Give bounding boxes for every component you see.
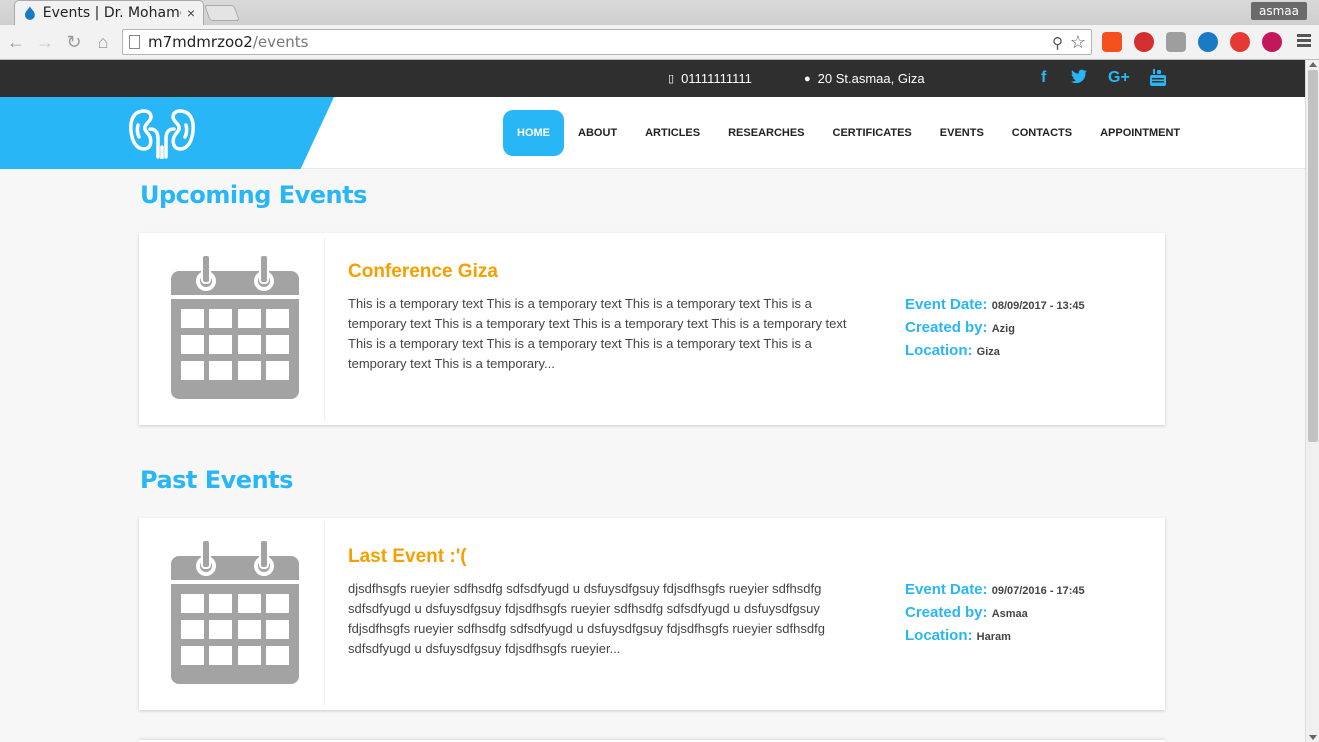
- phone-number: 01111111111: [681, 71, 752, 86]
- browser-toolbar: ← → ↻ ⌂ m7mdmrzoo2/events ⚲ ☆: [0, 25, 1319, 60]
- kidneys-logo-icon[interactable]: [128, 107, 196, 159]
- tab-title: Events | Dr. Mohame: [42, 5, 181, 21]
- adblock-extension-icon[interactable]: [1134, 32, 1154, 52]
- site-header: HOME ABOUT ARTICLES RESEARCHES CERTIFICA…: [0, 97, 1305, 169]
- contact-topbar: ▯ 01111111111 ● 20 St.asmaa, Giza f G+: [0, 60, 1305, 97]
- drupal-extension-icon[interactable]: [1198, 32, 1218, 52]
- scrollbar-thumb[interactable]: [1308, 70, 1318, 442]
- event-description: This is a temporary text This is a tempo…: [348, 296, 847, 371]
- event-image: [139, 237, 325, 421]
- address-text: 20 St.asmaa, Giza: [817, 71, 925, 86]
- url-host: m7mdmrzoo2: [148, 33, 253, 51]
- twitter-icon[interactable]: [1071, 69, 1087, 88]
- created-by-label: Created by:: [905, 604, 988, 621]
- address-info: ● 20 St.asmaa, Giza: [804, 71, 925, 86]
- new-tab-button[interactable]: [204, 5, 240, 21]
- scroll-up-arrow-icon[interactable]: [1309, 62, 1317, 67]
- chrome-menu-icon[interactable]: [1297, 34, 1311, 48]
- map-marker-icon: ●: [804, 72, 811, 85]
- back-arrow-icon[interactable]: ←: [6, 32, 26, 52]
- opera-extension-icon[interactable]: [1230, 32, 1250, 52]
- colorpicker-extension-icon[interactable]: [1262, 32, 1282, 52]
- phone-info: ▯ 01111111111: [668, 71, 752, 86]
- zoom-icon[interactable]: ⚲: [1052, 34, 1063, 52]
- location-label: Location:: [905, 342, 973, 359]
- page-icon: [129, 35, 140, 49]
- created-by: Azig: [991, 323, 1015, 335]
- event-card[interactable]: Last Event :'( djsdfhsgfs rueyier sdfhsd…: [139, 518, 1165, 710]
- nav-home[interactable]: HOME: [503, 110, 564, 156]
- location: Giza: [976, 346, 1000, 358]
- drupal-favicon-icon: [24, 6, 35, 20]
- forward-arrow-icon[interactable]: →: [35, 32, 55, 52]
- event-card[interactable]: Conference Giza This is a temporary text…: [139, 233, 1165, 425]
- event-date-label: Event Date:: [905, 581, 988, 598]
- event-date: 08/09/2017 - 13:45: [991, 300, 1085, 312]
- event-title[interactable]: Last Event :'(: [348, 546, 467, 568]
- tab-close-icon[interactable]: ×: [187, 5, 195, 21]
- calendar-icon: [171, 255, 299, 399]
- mobile-phone-icon: ▯: [668, 73, 675, 85]
- web-page: ▯ 01111111111 ● 20 St.asmaa, Giza f G+ H…: [0, 60, 1305, 742]
- event-date: 09/07/2016 - 17:45: [991, 585, 1085, 597]
- event-meta: Event Date: 09/07/2016 - 17:45 Created b…: [905, 579, 1085, 648]
- facebook-icon[interactable]: f: [1041, 69, 1046, 87]
- nav-events[interactable]: EVENTS: [926, 110, 998, 156]
- upcoming-events-heading: Upcoming Events: [140, 181, 367, 209]
- location-label: Location:: [905, 627, 973, 644]
- nav-about[interactable]: ABOUT: [564, 110, 631, 156]
- created-by-label: Created by:: [905, 319, 988, 336]
- page-scrollbar[interactable]: [1305, 60, 1319, 742]
- event-description: djsdfhsgfs rueyier sdfhsdfg sdfsdfyugd u…: [348, 581, 825, 656]
- nav-researches[interactable]: RESEARCHES: [714, 110, 818, 156]
- browser-tab[interactable]: Events | Dr. Mohame ×: [14, 0, 204, 25]
- extension-icon[interactable]: [1166, 32, 1186, 52]
- address-bar[interactable]: m7mdmrzoo2/events ⚲ ☆: [122, 29, 1092, 55]
- home-icon[interactable]: ⌂: [93, 32, 113, 52]
- soundcloud-extension-icon[interactable]: [1102, 32, 1122, 52]
- calendar-icon: [171, 540, 299, 684]
- browser-tab-strip: Events | Dr. Mohame × asmaa: [0, 0, 1319, 25]
- past-events-heading: Past Events: [140, 466, 293, 494]
- event-title[interactable]: Conference Giza: [348, 261, 498, 283]
- nav-contacts[interactable]: CONTACTS: [998, 110, 1086, 156]
- event-image: [139, 522, 325, 706]
- youtube-icon[interactable]: [1150, 69, 1166, 91]
- nav-appointment[interactable]: APPOINTMENT: [1086, 110, 1194, 156]
- bookmark-star-icon[interactable]: ☆: [1070, 32, 1086, 53]
- scroll-down-arrow-icon[interactable]: [1309, 735, 1317, 740]
- created-by: Asmaa: [991, 608, 1028, 620]
- event-meta: Event Date: 08/09/2017 - 13:45 Created b…: [905, 294, 1085, 363]
- nav-articles[interactable]: ARTICLES: [631, 110, 714, 156]
- reload-icon[interactable]: ↻: [64, 32, 84, 52]
- event-date-label: Event Date:: [905, 296, 988, 313]
- location: Haram: [976, 631, 1011, 643]
- nav-certificates[interactable]: CERTIFICATES: [819, 110, 926, 156]
- profile-badge[interactable]: asmaa: [1250, 2, 1307, 20]
- url-path: /events: [252, 33, 309, 51]
- main-nav: HOME ABOUT ARTICLES RESEARCHES CERTIFICA…: [503, 110, 1194, 156]
- google-plus-icon[interactable]: G+: [1108, 69, 1130, 87]
